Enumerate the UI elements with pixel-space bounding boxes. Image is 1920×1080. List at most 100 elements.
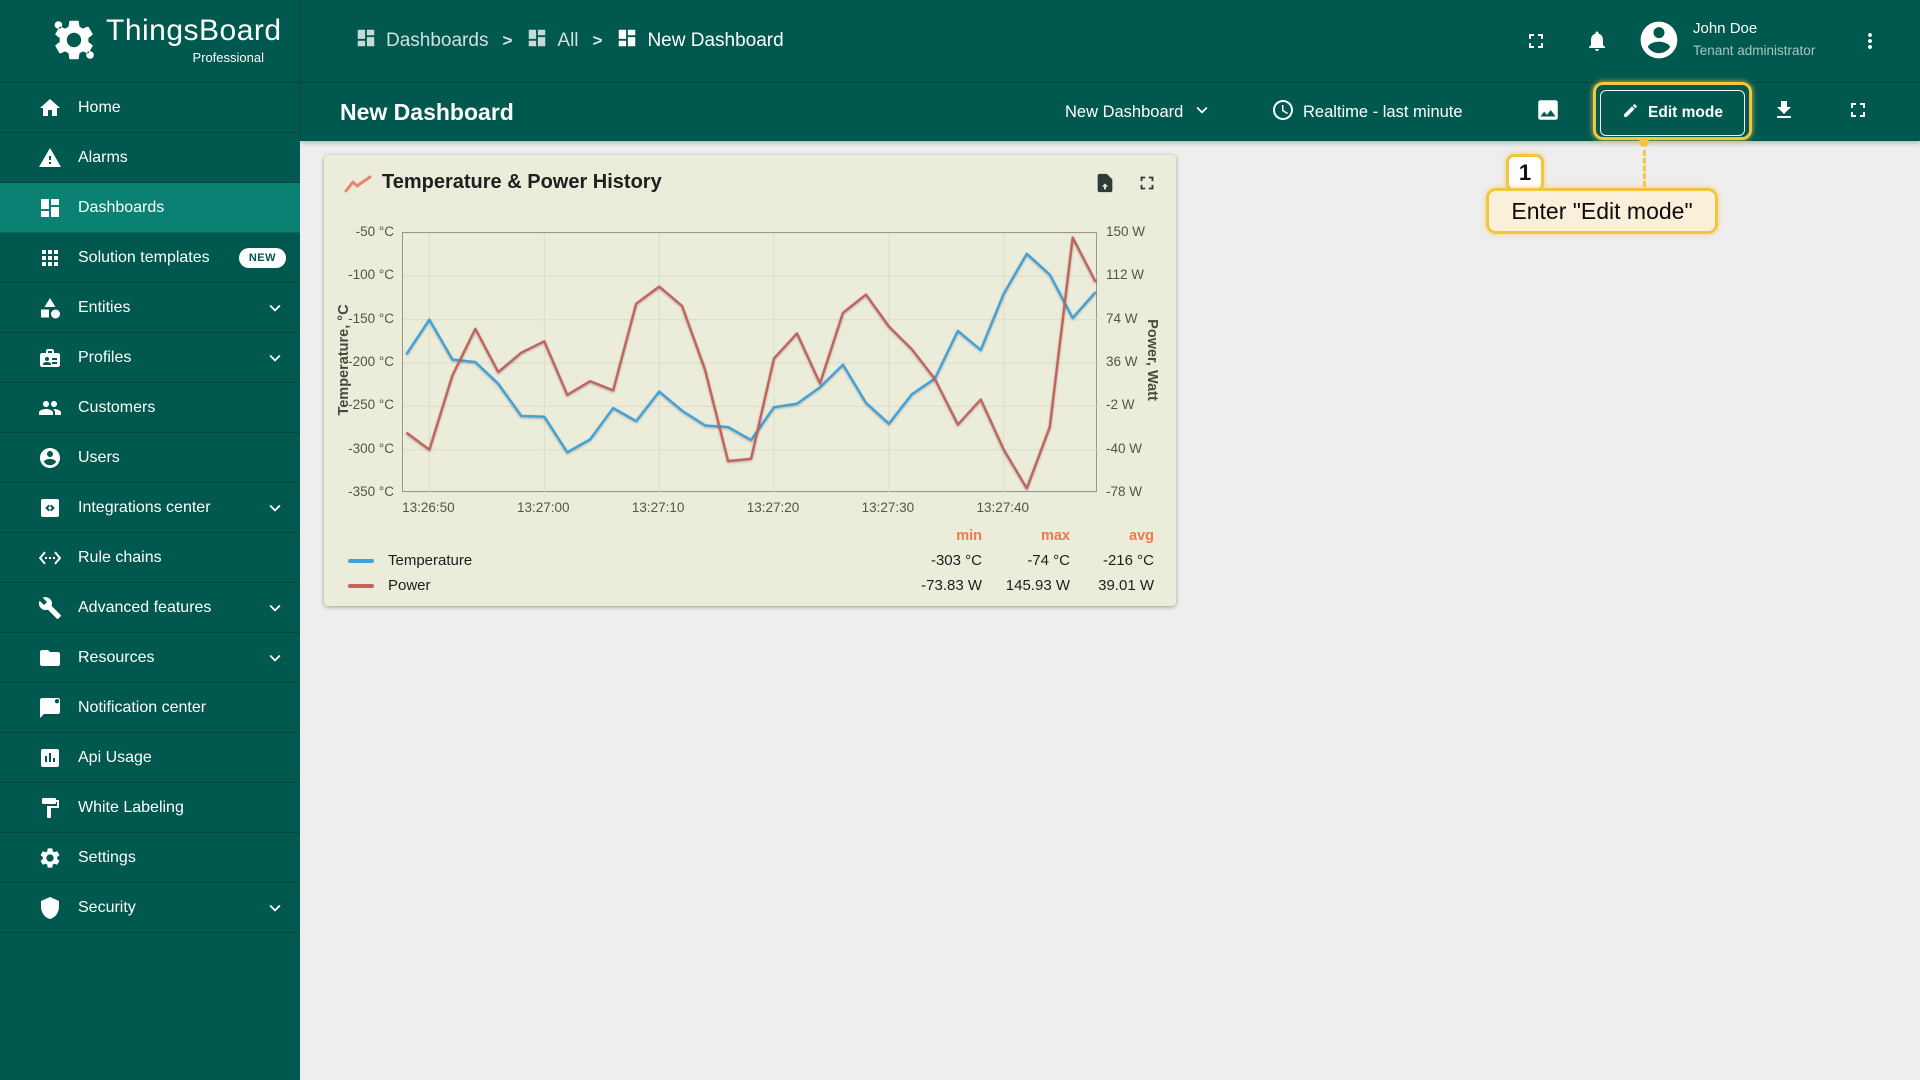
sidebar-divider — [300, 0, 301, 141]
chevron-down-icon — [264, 497, 286, 519]
annotation-connector-dot — [1639, 137, 1649, 147]
sidebar-item-users[interactable]: Users — [0, 433, 300, 483]
settings-icon — [38, 846, 62, 870]
notification-icon — [38, 696, 62, 720]
sidebar-item-label: Integrations center — [78, 498, 211, 516]
sidebar-item-profiles[interactable]: Profiles — [0, 333, 300, 383]
edit-mode-button[interactable]: Edit mode — [1600, 90, 1745, 136]
entities-icon — [38, 296, 62, 320]
sidebar-item-label: Security — [78, 898, 136, 916]
axis-tick-label: 150 W — [1106, 224, 1146, 239]
customers-icon — [38, 396, 62, 420]
sidebar-item-label: Notification center — [78, 698, 207, 716]
user-block[interactable]: John Doe Tenant administrator — [1693, 20, 1815, 58]
dashboard-image-button[interactable] — [1535, 83, 1561, 142]
sidebar-item-settings[interactable]: Settings — [0, 833, 300, 883]
breadcrumb-item-dashboards[interactable]: Dashboards — [355, 27, 488, 55]
axis-tick-label: -2 W — [1106, 397, 1135, 413]
app-edition: Professional — [192, 50, 264, 65]
home-icon — [38, 96, 62, 120]
axis-tick-label: -40 W — [1106, 440, 1143, 456]
chart-plot-area — [402, 232, 1098, 494]
legend-max-value: 145.93 W — [1005, 577, 1070, 594]
sidebar-item-label: Rule chains — [78, 548, 162, 566]
chevron-down-icon — [264, 597, 286, 619]
fullscreen-icon[interactable] — [1524, 29, 1548, 53]
sidebar-item-label: Alarms — [78, 148, 128, 166]
sidebar-item-integrations-center[interactable]: Integrations center — [0, 483, 300, 533]
time-window-button[interactable]: Realtime - last minute — [1271, 83, 1463, 142]
legend-header-row: min max avg — [348, 523, 1154, 548]
legend-min-value: -303 °C — [930, 552, 982, 569]
resources-icon — [38, 646, 62, 670]
integrations-icon — [38, 496, 62, 520]
app-name: ThingsBoard — [106, 14, 282, 47]
pencil-icon — [1622, 102, 1639, 124]
sidebar-item-alarms[interactable]: Alarms — [0, 133, 300, 183]
legend-key-power — [348, 583, 374, 588]
axis-tick-label: -100 °C — [348, 267, 394, 283]
breadcrumb-item-new-dashboard[interactable]: New Dashboard — [616, 27, 784, 55]
dashboard-toolbar: New Dashboard New Dashboard Realtime - l… — [300, 82, 1920, 141]
legend-series-name: Temperature — [388, 552, 473, 569]
white-labeling-icon — [38, 796, 62, 820]
sidebar-item-solution-templates[interactable]: Solution templates NEW — [0, 233, 300, 283]
page-title: New Dashboard — [340, 99, 514, 125]
axis-tick-label: -78 W — [1106, 484, 1143, 499]
dashboard-state-selector[interactable]: New Dashboard — [1065, 83, 1213, 142]
advanced-features-icon — [38, 596, 62, 620]
sidebar-item-label: Customers — [78, 398, 156, 416]
legend-min-value: -73.83 W — [921, 577, 982, 594]
axis-tick-label: 13:26:50 — [402, 500, 455, 515]
chevron-down-icon — [1191, 99, 1213, 126]
sidebar-item-label: White Labeling — [78, 798, 184, 816]
widget-title: Temperature & Power History — [382, 171, 662, 193]
sidebar-item-label: Settings — [78, 848, 136, 866]
legend-row-power[interactable]: Power -73.83 W 145.93 W 39.01 W — [348, 573, 1154, 598]
users-icon — [38, 446, 62, 470]
clock-icon — [1271, 98, 1295, 127]
profiles-icon — [38, 346, 62, 370]
sidebar-item-white-labeling[interactable]: White Labeling — [0, 783, 300, 833]
dashboard-fullscreen-button[interactable] — [1846, 83, 1870, 142]
edit-mode-label: Edit mode — [1648, 104, 1723, 121]
sidebar-item-dashboards[interactable]: Dashboards — [0, 183, 300, 233]
notifications-bell-icon[interactable] — [1585, 29, 1609, 53]
widget-fullscreen-icon[interactable] — [1136, 172, 1158, 194]
export-file-icon[interactable] — [1094, 172, 1116, 194]
legend-row-temperature[interactable]: Temperature -303 °C -74 °C -216 °C — [348, 548, 1154, 573]
sidebar-item-entities[interactable]: Entities — [0, 283, 300, 333]
axis-tick-label: 13:27:20 — [746, 500, 800, 515]
user-role: Tenant administrator — [1693, 43, 1816, 58]
sidebar-item-security[interactable]: Security — [0, 883, 300, 933]
rule-chains-icon — [38, 546, 62, 570]
breadcrumb-separator: > — [502, 31, 513, 50]
sidebar-item-api-usage[interactable]: Api Usage — [0, 733, 300, 783]
security-icon — [38, 896, 62, 920]
fullscreen-icon — [1846, 98, 1870, 127]
sidebar-item-label: Dashboards — [78, 198, 165, 216]
axis-tick-label: 13:27:30 — [861, 500, 915, 515]
sidebar-item-customers[interactable]: Customers — [0, 383, 300, 433]
legend-max-value: -74 °C — [1027, 552, 1070, 569]
time-window-label: Realtime - last minute — [1303, 103, 1463, 121]
sidebar-item-rule-chains[interactable]: Rule chains — [0, 533, 300, 583]
chart-legend: min max avg Temperature -303 °C -74 °C -216 °C… — [348, 523, 1154, 598]
sidebar-item-label: Api Usage — [78, 748, 152, 766]
sidebar-menu: Home Alarms Dashboards Solution templates NE… — [0, 82, 300, 1080]
legend-col-max: max — [1040, 527, 1070, 544]
avatar[interactable] — [1637, 18, 1681, 67]
more-vert-icon[interactable] — [1858, 29, 1882, 53]
dashboards-icon — [38, 196, 62, 220]
sidebar-item-resources[interactable]: Resources — [0, 633, 300, 683]
sidebar-item-notification-center[interactable]: Notification center — [0, 683, 300, 733]
breadcrumb-label: Dashboards — [386, 30, 489, 51]
timeseries-widget-card[interactable]: Temperature & Power History Temperature,… — [324, 155, 1176, 606]
sidebar-item-advanced-features[interactable]: Advanced features — [0, 583, 300, 633]
sidebar-item-home[interactable]: Home — [0, 83, 300, 133]
axis-tick-label: -200 °C — [348, 354, 394, 369]
axis-tick-label: 13:27:40 — [976, 500, 1030, 515]
sidebar-item-label: Resources — [78, 648, 155, 666]
download-button[interactable] — [1772, 83, 1796, 142]
breadcrumb-item-all[interactable]: All — [526, 27, 579, 55]
